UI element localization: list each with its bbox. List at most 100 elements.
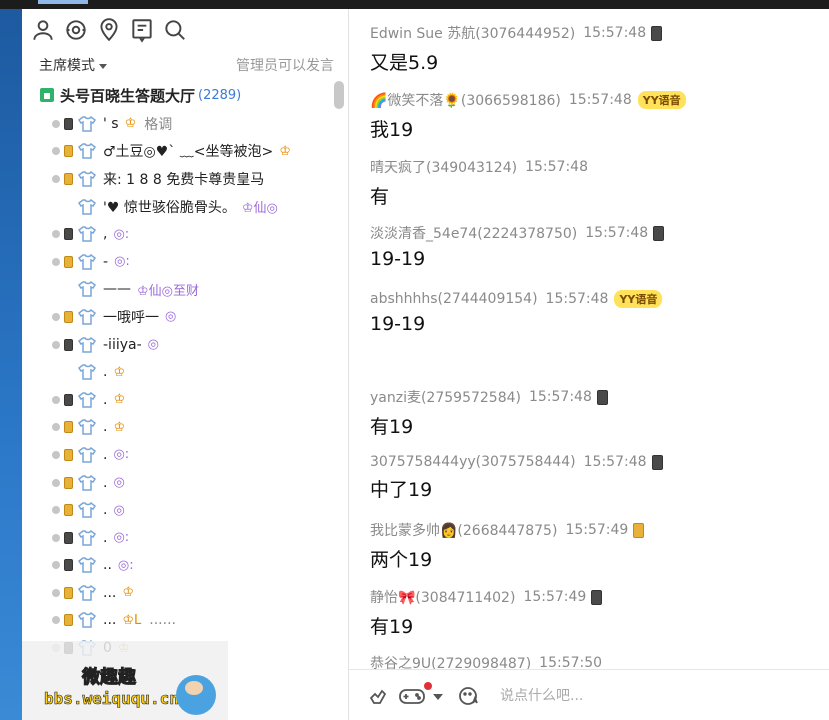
phone-icon bbox=[64, 559, 73, 572]
status-dot bbox=[52, 340, 60, 349]
user-badges: ◎ bbox=[147, 337, 159, 353]
phone-icon bbox=[64, 476, 73, 489]
phone-icon bbox=[64, 586, 73, 599]
location-pin-icon[interactable] bbox=[96, 17, 122, 43]
user-badges: ♔ bbox=[122, 585, 135, 601]
user-name: 一哦呼一 bbox=[103, 309, 159, 326]
message-text: 有19 bbox=[370, 616, 414, 638]
message-input[interactable]: 说点什么吧... bbox=[500, 685, 583, 705]
message-time: 15:57:48 bbox=[545, 291, 609, 307]
channel-name: 头号百晓生答题大厅 bbox=[60, 86, 196, 105]
user-name: —— bbox=[103, 281, 131, 298]
user-row[interactable]: .. ◎: bbox=[52, 552, 337, 580]
user-row[interactable]: ' s ♔ 格调 bbox=[52, 110, 337, 138]
user-row[interactable]: 一哦呼一 ◎ bbox=[52, 303, 337, 331]
clock-face-icon[interactable] bbox=[63, 17, 89, 43]
user-badges: ◎: bbox=[113, 226, 130, 242]
sender-name[interactable]: Edwin Sue 苏航(3076444952) bbox=[370, 23, 575, 43]
user-row[interactable]: . ◎ bbox=[52, 469, 337, 497]
sender-name[interactable]: 晴天疯了(349043124) bbox=[370, 157, 517, 177]
user-row[interactable]: - ◎: bbox=[52, 248, 337, 276]
user-row[interactable]: . ◎: bbox=[52, 524, 337, 552]
user-row[interactable]: ... ♔L...... bbox=[52, 607, 337, 635]
user-name: . bbox=[103, 529, 108, 546]
status-dot bbox=[52, 506, 60, 515]
message-meta: 恭谷之9U(2729098487) 15:57:50 bbox=[370, 653, 602, 669]
rank-shirt-icon bbox=[77, 362, 97, 382]
list-panel-icon[interactable] bbox=[129, 17, 155, 43]
user-name: . bbox=[103, 502, 108, 519]
message-text: 19-19 bbox=[370, 313, 426, 335]
user-name: -iiiya- bbox=[103, 336, 142, 353]
sender-name[interactable]: 3075758444yy(3075758444) bbox=[370, 454, 576, 470]
message-meta: 🌈微笑不落🌻(3066598186) 15:57:48 YY语音 bbox=[370, 90, 686, 110]
sender-name[interactable]: 淡淡清香_54e74(2224378750) bbox=[370, 223, 577, 243]
gamepad-icon[interactable] bbox=[397, 684, 427, 708]
status-dot bbox=[52, 561, 60, 570]
chat-message: 静怡🎀(3084711402) 15:57:49 有19 bbox=[370, 587, 603, 639]
phone-icon bbox=[653, 225, 665, 241]
user-row[interactable]: ♂土豆◎♥` ﹏<坐等被泡> ♔ bbox=[52, 138, 337, 166]
phone-icon bbox=[64, 228, 73, 241]
search-icon[interactable] bbox=[162, 17, 188, 43]
user-name: . bbox=[103, 364, 108, 381]
sender-name[interactable]: 我比蒙多帅👩(2668447875) bbox=[370, 520, 557, 540]
user-row[interactable]: . ♔ bbox=[52, 414, 337, 442]
rank-shirt-icon bbox=[77, 141, 97, 161]
status-dot bbox=[52, 423, 60, 432]
mode-dropdown[interactable]: 主席模式 bbox=[39, 55, 107, 75]
phone-icon bbox=[64, 338, 73, 351]
user-row[interactable]: ... ♔ bbox=[52, 579, 337, 607]
user-badges: ◎: bbox=[117, 557, 134, 573]
message-time: 15:57:48 bbox=[583, 25, 647, 41]
chat-message: 恭谷之9U(2729098487) 15:57:50 bbox=[370, 653, 602, 669]
sender-name[interactable]: 静怡🎀(3084711402) bbox=[370, 587, 515, 607]
chat-message: 我比蒙多帅👩(2668447875) 15:57:49 两个19 bbox=[370, 520, 645, 572]
user-name: . bbox=[103, 391, 108, 408]
message-text: 有19 bbox=[370, 416, 414, 438]
message-meta: 静怡🎀(3084711402) 15:57:49 bbox=[370, 587, 603, 607]
user-row[interactable]: . ◎ bbox=[52, 496, 337, 524]
chat-message: 晴天疯了(349043124) 15:57:48 有 bbox=[370, 157, 588, 209]
yy-voice-badge: YY语音 bbox=[637, 91, 686, 109]
sender-name[interactable]: 恭谷之9U(2729098487) bbox=[370, 653, 531, 669]
user-name: ... bbox=[103, 584, 117, 601]
sender-name[interactable]: yanzi麦(2759572584) bbox=[370, 387, 521, 407]
user-name: . bbox=[103, 474, 108, 491]
sender-name[interactable]: 🌈微笑不落🌻(3066598186) bbox=[370, 90, 561, 110]
user-row[interactable]: 来: 1 8 8 免费卡尊贵皇马 bbox=[52, 165, 337, 193]
phone-icon bbox=[64, 531, 73, 544]
user-row[interactable]: . ♔ bbox=[52, 386, 337, 414]
status-dot bbox=[52, 119, 60, 128]
rank-shirt-icon bbox=[77, 169, 97, 189]
user-row[interactable]: . ♔ bbox=[52, 358, 337, 386]
user-name: '♥ 惊世骇俗脆骨头。 bbox=[103, 199, 236, 216]
channel-header[interactable]: 头号百晓生答题大厅 (2289) bbox=[40, 84, 241, 106]
user-icon[interactable] bbox=[30, 17, 56, 43]
emoji-icon[interactable] bbox=[457, 684, 481, 708]
message-time: 15:57:48 bbox=[585, 225, 649, 241]
user-badges: ♔ bbox=[113, 419, 126, 435]
channel-count: (2289) bbox=[198, 87, 242, 103]
status-dot bbox=[52, 147, 60, 156]
user-row[interactable]: -iiiya- ◎ bbox=[52, 331, 337, 359]
dropdown-caret-icon[interactable] bbox=[431, 684, 445, 708]
user-row[interactable]: , ◎: bbox=[52, 220, 337, 248]
gesture-icon[interactable] bbox=[366, 684, 390, 708]
user-list-scrollbar[interactable] bbox=[334, 81, 344, 109]
user-row[interactable]: —— ♔仙◎至财 bbox=[52, 276, 337, 304]
sender-name[interactable]: abshhhhs(2744409154) bbox=[370, 291, 538, 307]
message-time: 15:57:49 bbox=[565, 522, 629, 538]
user-name: 来: 1 8 8 免费卡尊贵皇马 bbox=[103, 171, 265, 188]
chat-message: Edwin Sue 苏航(3076444952) 15:57:48 又是5.9 bbox=[370, 23, 663, 75]
user-badges: ♔仙◎ bbox=[241, 201, 278, 217]
user-row[interactable]: . ◎: bbox=[52, 441, 337, 469]
rank-shirt-icon bbox=[77, 583, 97, 603]
user-badges: ♔仙◎至财 bbox=[137, 283, 199, 299]
phone-icon bbox=[64, 255, 73, 268]
phone-icon bbox=[651, 454, 663, 470]
chevron-down-icon bbox=[99, 63, 107, 69]
user-row[interactable]: '♥ 惊世骇俗脆骨头。 ♔仙◎ bbox=[52, 193, 337, 221]
desktop-background bbox=[0, 9, 22, 720]
input-bar: 说点什么吧... bbox=[349, 669, 829, 720]
